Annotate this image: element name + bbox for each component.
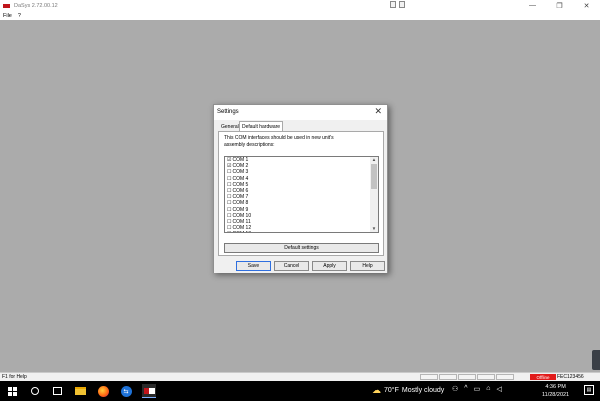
task-view-icon[interactable] <box>50 384 64 398</box>
scroll-down-icon[interactable]: ▼ <box>370 226 378 232</box>
save-button[interactable]: Save <box>236 261 271 271</box>
window-controls: — ❐ ✕ <box>519 0 600 11</box>
firefox-icon[interactable] <box>96 384 110 398</box>
dasys-app-icon[interactable] <box>142 384 156 398</box>
list-scrollbar[interactable]: ▲ ▼ <box>370 157 378 232</box>
status-cell <box>496 374 514 380</box>
clock-date: 11/28/2021 <box>542 392 570 398</box>
chevron-up-icon[interactable]: ^ <box>464 385 467 393</box>
com-port-label: COM 13 <box>232 231 251 232</box>
checkbox-icon[interactable]: ☐ <box>227 231 231 232</box>
weather-text: Mostly cloudy <box>401 387 445 394</box>
people-icon[interactable]: ⚇ <box>452 385 458 393</box>
window-title: DaSys 2.72.00.12 <box>14 2 58 9</box>
status-bar: F1 for Help Offline FEC123456 <box>0 372 600 381</box>
status-help-text: F1 for Help <box>2 374 27 380</box>
menu-help[interactable]: ? <box>18 13 21 19</box>
restore-button[interactable]: ❐ <box>546 0 573 11</box>
notification-icon[interactable]: ▤ <box>584 385 594 395</box>
scroll-thumb[interactable] <box>371 164 377 189</box>
title-tool-button-2[interactable] <box>399 1 405 8</box>
help-button[interactable]: Help <box>350 261 385 271</box>
default-settings-button[interactable]: Default settings <box>224 243 379 253</box>
minimize-button[interactable]: — <box>519 0 546 11</box>
com-description: This COM interfaces should be used in ne… <box>224 135 334 148</box>
online-status-badge: Offline <box>530 374 556 380</box>
menu-file[interactable]: File <box>3 13 12 19</box>
cloud-sun-icon: ☁ <box>372 385 381 395</box>
title-bar: DaSys 2.72.00.12 — ❐ ✕ <box>0 0 600 11</box>
dialog-body: General Default hardware This COM interf… <box>214 120 387 273</box>
tab-default-hardware[interactable]: Default hardware <box>239 121 284 131</box>
clock-time: 4:36 PM <box>545 384 566 390</box>
status-cell <box>477 374 495 380</box>
dialog-close-icon[interactable]: ✕ <box>374 106 382 117</box>
settings-dialog: Settings ✕ General Default hardware This… <box>213 104 388 273</box>
windows-start-icon[interactable] <box>5 384 19 398</box>
status-cell <box>420 374 438 380</box>
close-window-button[interactable]: ✕ <box>573 0 600 11</box>
status-cell <box>458 374 476 380</box>
search-icon[interactable] <box>28 384 42 398</box>
taskbar: ⇆ ☁ 70°F Mostly cloudy ⚇ ^ ▭ ⌂ ◁ 4:36 PM… <box>0 381 600 401</box>
apply-button[interactable]: Apply <box>312 261 347 271</box>
status-cells <box>420 374 514 380</box>
status-cell <box>439 374 457 380</box>
tab-general[interactable]: General <box>219 122 241 131</box>
tab-panel-default-hardware: This COM interfaces should be used in ne… <box>218 131 384 256</box>
com-port-list[interactable]: ☑ COM 1 ☑ COM 2 ☐ COM 3 ☐ COM 4 ☐ COM 5 ☐ COM 6 ☐ COM… <box>224 156 379 233</box>
weather-widget[interactable]: ☁ 70°F Mostly cloudy <box>372 385 444 396</box>
clock[interactable]: 4:36 PM 11/28/2021 <box>542 383 569 399</box>
file-explorer-icon[interactable] <box>73 384 87 398</box>
title-tool-button-1[interactable] <box>390 1 396 8</box>
battery-icon[interactable]: ▭ <box>474 385 481 393</box>
scroll-up-icon[interactable]: ▲ <box>370 157 378 163</box>
serial-number: FEC123456 <box>557 374 584 380</box>
cancel-button[interactable]: Cancel <box>274 261 309 271</box>
volume-icon[interactable]: ◁ <box>496 385 501 393</box>
side-panel-handle[interactable] <box>592 350 600 370</box>
title-bar-tools <box>390 1 405 8</box>
system-tray: ⚇ ^ ▭ ⌂ ◁ <box>452 385 502 393</box>
network-icon[interactable]: ⌂ <box>486 385 490 393</box>
weather-temp: 70°F <box>384 387 399 394</box>
dialog-title: Settings <box>217 109 239 115</box>
menu-bar: File ? <box>0 11 600 20</box>
list-item[interactable]: ☐COM 13 <box>225 231 378 232</box>
app-logo-icon <box>3 3 10 8</box>
teamviewer-icon[interactable]: ⇆ <box>119 384 133 398</box>
